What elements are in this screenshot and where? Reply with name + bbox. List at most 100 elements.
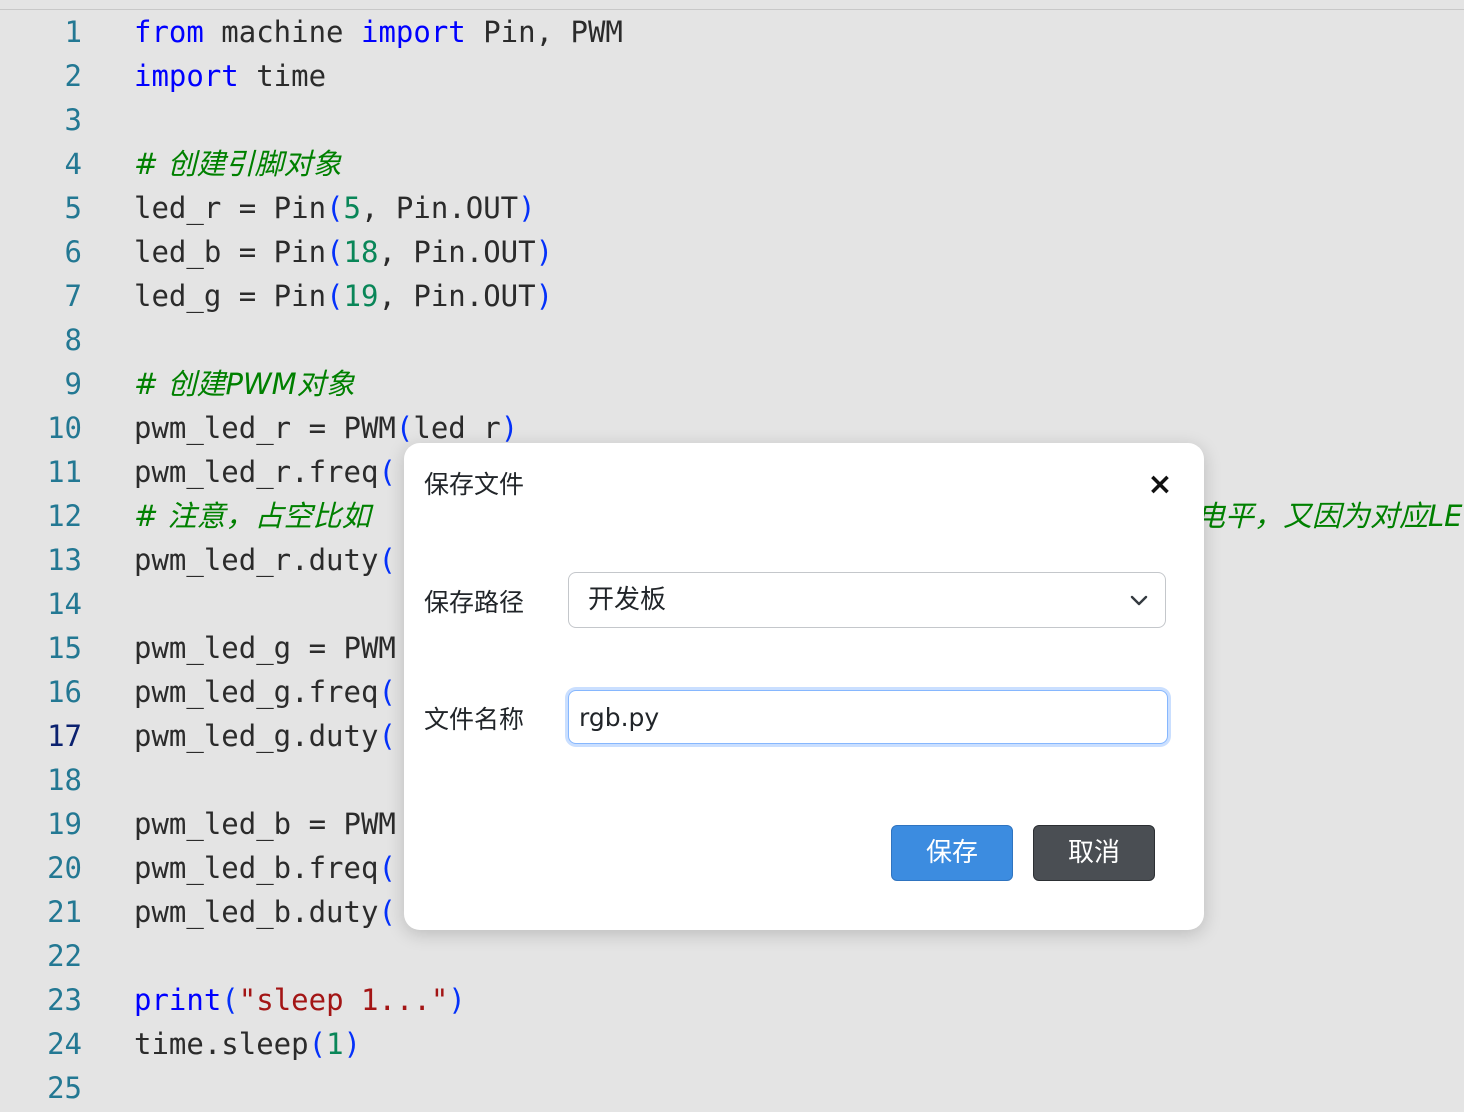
code-token: led_b = Pin (134, 235, 327, 269)
code-token: print (134, 983, 222, 1017)
code-text: # 创建引脚对象 (134, 142, 342, 186)
code-token: ( (221, 983, 239, 1017)
code-token: ( (326, 279, 344, 313)
code-token: pwm_led_g = PWM (134, 631, 396, 665)
code-line[interactable]: 7 led_g = Pin(19, Pin.OUT) (0, 274, 1464, 318)
code-token: ( (326, 191, 344, 225)
code-token: , Pin.OUT (378, 235, 536, 269)
save-file-dialog: 保存文件 × 保存路径 开发板 文件名称 保存 取消 (404, 443, 1204, 930)
save-path-select[interactable]: 开发板 (568, 572, 1166, 628)
code-token: Pin, PWM (465, 15, 623, 49)
code-text: led_r = Pin(5, Pin.OUT) (134, 186, 536, 230)
code-token: ) (535, 235, 554, 269)
code-token: import (360, 15, 466, 49)
code-token: ( (378, 719, 396, 753)
code-text: pwm_led_r.duty( (134, 538, 396, 582)
code-token: pwm_led_b = PWM (134, 807, 396, 841)
code-token: time.sleep (134, 1027, 309, 1061)
save-path-label: 保存路径 (424, 588, 525, 617)
save-path-value: 开发板 (588, 585, 667, 615)
line-number: 23 (47, 983, 82, 1017)
code-token: ( (326, 235, 344, 269)
line-number: 10 (47, 411, 82, 445)
close-icon[interactable]: × (1144, 469, 1176, 501)
line-number: 22 (47, 939, 82, 973)
code-line[interactable]: 3 (0, 98, 1464, 142)
line-number: 9 (64, 367, 82, 401)
code-token: ) (500, 411, 519, 445)
code-token: "sleep 1..." (238, 983, 449, 1017)
code-token: # 创建引脚对象 (134, 147, 342, 181)
code-token: ( (378, 543, 396, 577)
code-text: import time (134, 54, 326, 98)
line-number: 17 (47, 719, 82, 753)
save-button[interactable]: 保存 (891, 825, 1013, 881)
code-token: ( (378, 895, 396, 929)
chevron-down-icon (1130, 595, 1148, 606)
file-name-label: 文件名称 (424, 705, 525, 734)
code-line[interactable]: 4 # 创建引脚对象 (0, 142, 1464, 186)
dialog-title: 保存文件 (424, 470, 525, 499)
line-number: 16 (47, 675, 82, 709)
code-line[interactable]: 8 (0, 318, 1464, 362)
code-token: led_r = Pin (134, 191, 327, 225)
code-token: , Pin.OUT (378, 279, 536, 313)
line-number: 25 (47, 1071, 82, 1105)
code-token: 5 (343, 191, 361, 225)
cancel-button[interactable]: 取消 (1033, 825, 1155, 881)
code-token: pwm_led_g.duty (134, 719, 379, 753)
code-line[interactable]: 23 print("sleep 1...") (0, 978, 1464, 1022)
code-text: pwm_led_b = PWM (134, 802, 396, 846)
line-number: 8 (64, 323, 82, 357)
code-token: , Pin.OUT (361, 191, 519, 225)
file-name-input[interactable] (568, 690, 1168, 744)
code-line[interactable]: 24 time.sleep(1) (0, 1022, 1464, 1066)
code-token: 1 (326, 1027, 344, 1061)
line-number: 5 (64, 191, 82, 225)
code-token: 19 (343, 279, 379, 313)
editor-top-border (0, 0, 1464, 10)
line-number: 21 (47, 895, 82, 929)
code-token: ( (378, 851, 396, 885)
code-line[interactable]: 25 (0, 1066, 1464, 1110)
code-token: pwm_led_r.freq (134, 455, 379, 489)
line-number: 24 (47, 1027, 82, 1061)
code-text: pwm_led_g = PWM (134, 626, 396, 670)
code-token: # 创建PWM对象 (134, 367, 355, 401)
line-number: 4 (64, 147, 82, 181)
line-number: 1 (64, 15, 82, 49)
code-text: time.sleep(1) (134, 1022, 361, 1066)
code-text: led_b = Pin(18, Pin.OUT) (134, 230, 553, 274)
code-line[interactable]: 6 led_b = Pin(18, Pin.OUT) (0, 230, 1464, 274)
line-number: 20 (47, 851, 82, 885)
code-text: from machine import Pin, PWM (134, 10, 623, 54)
code-line[interactable]: 22 (0, 934, 1464, 978)
line-number: 2 (64, 59, 82, 93)
code-token: time (238, 59, 327, 93)
line-number: 19 (47, 807, 82, 841)
code-line[interactable]: 2 import time (0, 54, 1464, 98)
code-text: print("sleep 1...") (134, 978, 466, 1022)
code-text: pwm_led_r.freq( (134, 450, 396, 494)
code-token: pwm_led_g.freq (134, 675, 379, 709)
line-number: 18 (47, 763, 82, 797)
code-token: 18 (343, 235, 379, 269)
code-token: import (134, 59, 239, 93)
code-token: ( (378, 675, 396, 709)
code-text: pwm_led_b.duty( (134, 890, 396, 934)
code-line[interactable]: 9 # 创建PWM对象 (0, 362, 1464, 406)
line-number: 14 (47, 587, 82, 621)
code-line[interactable]: 1 from machine import Pin, PWM (0, 10, 1464, 54)
code-token: pwm_led_r = PWM (134, 411, 396, 445)
code-token: led_r (413, 411, 501, 445)
code-token: pwm_led_b.duty (134, 895, 379, 929)
code-line[interactable]: 5 led_r = Pin(5, Pin.OUT) (0, 186, 1464, 230)
code-text: led_g = Pin(19, Pin.OUT) (134, 274, 553, 318)
code-token: led_g = Pin (134, 279, 327, 313)
line-number: 3 (64, 103, 82, 137)
code-token: machine (203, 15, 361, 49)
code-text: # 创建PWM对象 (134, 362, 355, 406)
code-token: ) (535, 279, 554, 313)
code-text: pwm_led_g.duty( (134, 714, 396, 758)
code-token: ) (518, 191, 536, 225)
